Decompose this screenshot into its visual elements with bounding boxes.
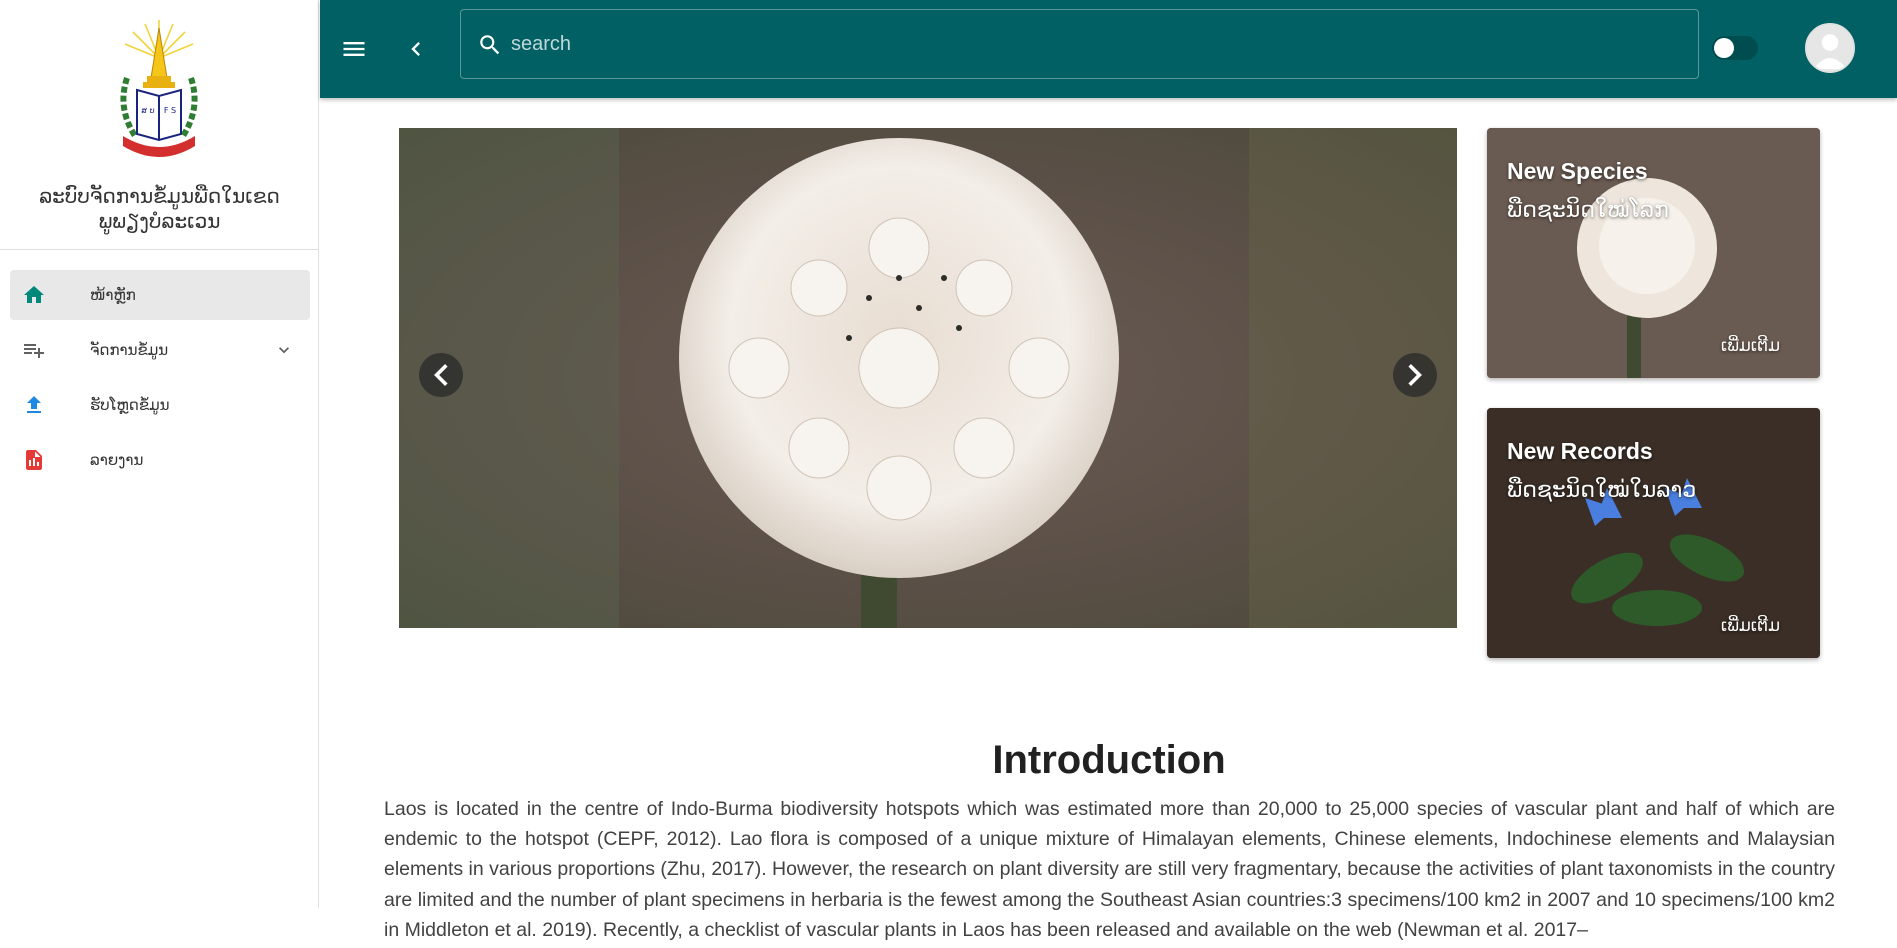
chevron-left-icon[interactable] <box>402 35 430 63</box>
sidebar-item-home[interactable]: ໜ້າຫຼັກ <box>10 270 310 320</box>
card-subtitle: ພືດຊະນິດໃໝ່ໂລກ <box>1507 198 1669 223</box>
chevron-down-icon[interactable] <box>274 340 294 360</box>
top-app-bar <box>320 0 1897 98</box>
svg-text:ສ ບ: ສ ບ <box>141 106 154 115</box>
more-link[interactable]: ເພີ່ມເຕີມ <box>1721 616 1780 636</box>
avatar[interactable] <box>1805 23 1855 73</box>
sidebar-item-report[interactable]: ລາຍງານ <box>10 435 310 485</box>
user-icon <box>1807 25 1853 71</box>
report-icon <box>26 450 42 470</box>
chevron-right-icon <box>1408 364 1422 386</box>
toggle-knob <box>1714 38 1734 58</box>
search-icon <box>480 35 500 55</box>
more-link[interactable]: ເພີ່ມເຕີມ <box>1721 336 1780 356</box>
sidebar: ສ ບ F S ລະບົບຈັດການຂໍ້ມູນພືດໃນເຂດ ພູພຽງບ… <box>0 0 319 908</box>
card-subtitle: ພືດຊະນິດໃໝ່ໃນລາວ <box>1507 478 1697 503</box>
search-input[interactable] <box>511 10 1681 78</box>
intro-heading: Introduction <box>992 738 1226 782</box>
sidebar-header: ສ ບ F S ລະບົບຈັດການຂໍ້ມູນພືດໃນເຂດ ພູພຽງບ… <box>0 0 318 250</box>
card-title: New Species <box>1507 158 1648 184</box>
carousel-next-button[interactable] <box>1393 353 1437 397</box>
university-logo: ສ ບ F S <box>120 20 198 157</box>
intro-paragraph: Laos is located in the centre of Indo-Bu… <box>384 798 1835 941</box>
sidebar-item-label: ລາຍງານ <box>90 451 144 469</box>
carousel-image <box>399 128 1457 628</box>
playlist-add-icon <box>24 344 44 358</box>
new-records-card[interactable]: New Records ພືດຊະນິດໃໝ່ໃນລາວ ເພີ່ມເຕີມ <box>1487 408 1820 658</box>
upload-icon <box>27 396 41 413</box>
app-title-line1: ລະບົບຈັດການຂໍ້ມູນພືດໃນເຂດ <box>39 184 280 208</box>
home-icon <box>24 286 44 303</box>
menu-icon[interactable] <box>340 35 368 63</box>
sidebar-item-upload[interactable]: ຮັບໂຫຼດຂໍ້ມູນ <box>10 380 310 430</box>
sidebar-item-label: ໜ້າຫຼັກ <box>90 286 136 304</box>
chevron-left-icon <box>434 364 448 386</box>
search-box <box>460 9 1699 79</box>
new-species-card[interactable]: New Species ພືດຊະນິດໃໝ່ໂລກ ເພີ່ມເຕີມ <box>1487 128 1820 378</box>
sidebar-item-label: ຮັບໂຫຼດຂໍ້ມູນ <box>90 396 170 414</box>
carousel-prev-button[interactable] <box>419 353 463 397</box>
theme-toggle[interactable] <box>1712 36 1758 60</box>
card-title: New Records <box>1507 438 1653 464</box>
app-title-line2: ພູພຽງບໍລະເວນ <box>98 209 221 233</box>
sidebar-item-label: ຈັດການຂໍ້ມູນ <box>90 341 169 359</box>
sidebar-nav: ໜ້າຫຼັກ ຈັດການຂໍ້ມູນ ຮັບໂຫຼດຂໍ້ມູນ ລາຍງາ… <box>10 270 310 490</box>
svg-text:F S: F S <box>164 106 176 115</box>
sidebar-item-manage-data[interactable]: ຈັດການຂໍ້ມູນ <box>10 325 310 375</box>
featured-carousel <box>399 128 1457 628</box>
app-title: ລະບົບຈັດການຂໍ້ມູນພືດໃນເຂດ ພູພຽງບໍລະເວນ <box>0 184 319 234</box>
